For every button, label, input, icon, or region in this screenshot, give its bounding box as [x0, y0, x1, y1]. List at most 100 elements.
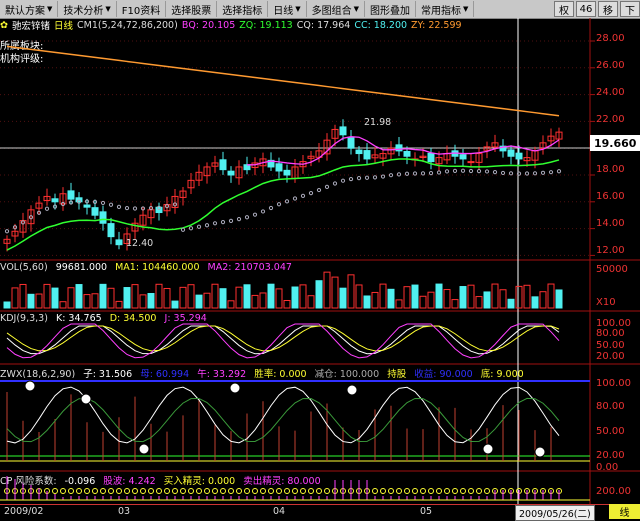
kdj-axis: 100.00 80.00 50.00 20.00 [590, 313, 640, 363]
ma-long-line [6, 45, 560, 117]
ma-dot [468, 168, 474, 174]
low-annotation: 12.40 [126, 238, 154, 249]
ma-dot [188, 226, 194, 231]
ma-dot [452, 168, 458, 173]
volume-bar [75, 284, 83, 309]
ma-dot [244, 215, 250, 220]
volume-bar [251, 294, 259, 309]
cp-dot [156, 488, 162, 494]
volume-bar [443, 289, 451, 309]
ma-dot [292, 196, 298, 201]
cp-dot [308, 488, 314, 494]
cp-dot [60, 488, 66, 494]
volume-bar [371, 291, 379, 309]
volume-bar [139, 294, 147, 309]
volume-bar [411, 284, 419, 309]
candle-body [355, 149, 363, 155]
volume-bar [99, 283, 107, 309]
volume-bar [211, 283, 219, 309]
candle-body [67, 190, 75, 200]
ma-dot [348, 176, 354, 182]
corner-badge[interactable]: 线 [609, 504, 640, 519]
date-label: 03 [118, 506, 131, 517]
kdj-tick: 80.00 [596, 328, 625, 339]
cp-buy: 买入精灵: 0.000 [163, 476, 236, 485]
volume-bar [459, 286, 467, 309]
volume-bar [107, 287, 115, 309]
cp-dot [108, 488, 114, 494]
candle-body [91, 207, 99, 216]
kdj-d: D: 34.500 [109, 313, 157, 324]
zwx-title: ZWX(18,6,2,90) [0, 369, 76, 378]
price-axis: 28.00 26.00 24.00 22.00 18.00 16.00 14.0… [590, 0, 640, 260]
volume-bar [171, 300, 179, 309]
ma-dot [524, 171, 530, 176]
price-tick: 26.00 [596, 60, 625, 71]
candle-body [283, 169, 291, 176]
ma-dot [212, 221, 218, 226]
zwx-header: ZWX(18,6,2,90) 子: 31.506 母: 60.994 午: 33… [0, 366, 590, 378]
candle-body [219, 159, 227, 171]
ma-dot [540, 170, 546, 175]
cp-axis: 200.00 [590, 473, 640, 503]
cp-dot [148, 488, 154, 494]
ma-dot [260, 209, 266, 214]
cp-dot [164, 488, 170, 494]
cp-dot [468, 488, 474, 494]
stock-chart-canvas[interactable] [0, 0, 640, 519]
volume-bar [299, 284, 307, 309]
volume-bar [339, 287, 347, 309]
volume-bar [35, 293, 43, 309]
ma-dot [460, 168, 466, 173]
volume-bar [395, 299, 403, 309]
ma-dot [132, 206, 138, 211]
volume-bar [83, 294, 91, 309]
candle-body [275, 163, 283, 172]
zwx-tick: 0.00 [596, 462, 619, 473]
zwx-wu: 午: 33.292 [197, 369, 247, 378]
volume-bar [67, 287, 75, 309]
cp-dot [84, 488, 90, 494]
ma-dot [412, 171, 418, 176]
price-tick: 18.00 [596, 164, 625, 175]
ma-dot [548, 170, 554, 175]
candle-body [507, 149, 515, 157]
volume-bar [243, 284, 251, 309]
cp-risk: -0.096 [64, 476, 96, 485]
cp-dot [140, 488, 146, 494]
ma-dot [364, 175, 370, 180]
cp-dot [76, 488, 82, 494]
volume-bar [27, 293, 35, 309]
volume-bar [291, 286, 299, 309]
smiley-icon [229, 382, 241, 394]
volume-bar [235, 286, 243, 309]
volume-bar [307, 295, 315, 309]
volume-bar [91, 293, 99, 309]
volume-bar [315, 280, 323, 309]
vol-axis-unit: X10 [596, 297, 616, 308]
volume-bar [347, 274, 355, 309]
zwx-bottom: 底: 9.000 [480, 369, 524, 378]
candle-body [339, 126, 347, 136]
volume-bar [483, 291, 491, 309]
price-tick: 12.00 [596, 245, 625, 256]
cp-dot [116, 488, 122, 494]
ma-dot [380, 174, 386, 179]
volume-bar [331, 276, 339, 309]
ma-dot [124, 205, 130, 211]
volume-bar [323, 271, 331, 309]
ma-dot [108, 202, 114, 207]
candle-body [515, 152, 523, 160]
ma-dot [100, 200, 106, 206]
zwx-axis: 100.00 80.00 50.00 20.00 0.00 [590, 366, 640, 473]
ma-dot [476, 169, 482, 174]
kdj-tick: 50.00 [596, 340, 625, 351]
volume-bar [51, 287, 59, 309]
volume-bar [427, 291, 435, 309]
volume-bar [115, 300, 123, 309]
smiley-icon [138, 443, 150, 455]
volume-bar [195, 294, 203, 309]
candle-body [427, 152, 435, 163]
cp-dot [420, 488, 426, 494]
cp-dot [236, 488, 242, 494]
